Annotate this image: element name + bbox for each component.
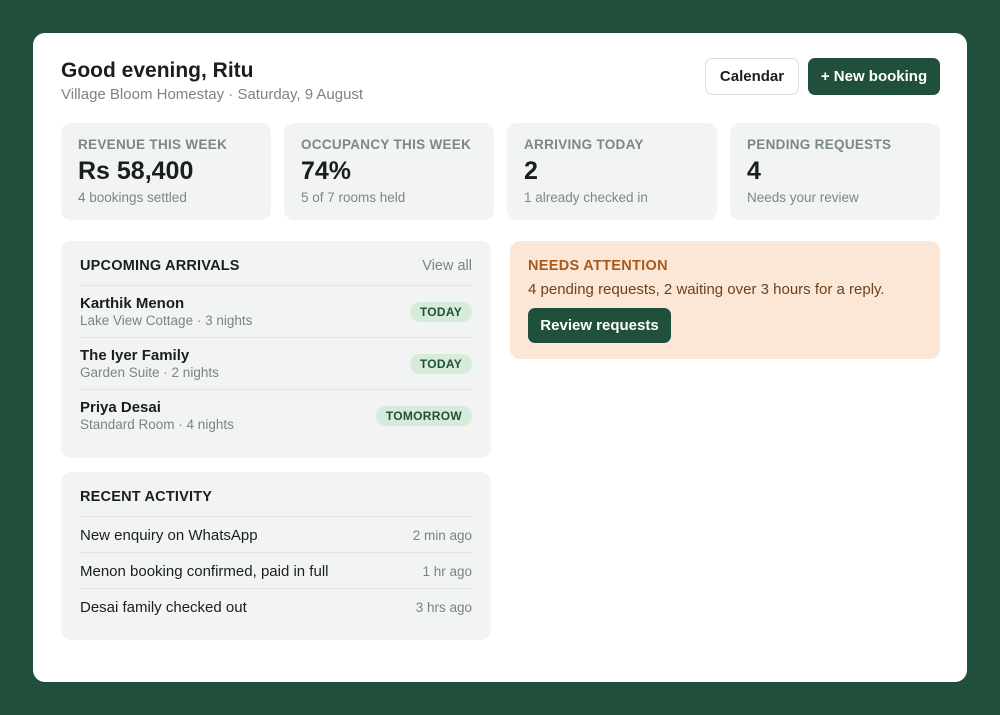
guest-name: Priya Desai <box>80 399 161 416</box>
stat-label: REVENUE THIS WEEK <box>78 137 228 152</box>
activity-time: 2 min ago <box>412 528 472 543</box>
dashboard-card: Good evening, Ritu Village Bloom Homesta… <box>33 33 967 682</box>
guest-name: The Iyer Family <box>80 347 190 364</box>
activity-time: 3 hrs ago <box>415 600 472 615</box>
stat-card-arriving: ARRIVING TODAY 2 1 already checked in <box>507 123 717 220</box>
guest-detail: Garden Suite · 2 nights <box>80 365 219 380</box>
attention-text: 4 pending requests, 2 waiting over 3 hou… <box>528 281 885 298</box>
panel-title: UPCOMING ARRIVALS <box>80 258 240 274</box>
recent-activity-panel: RECENT ACTIVITY New enquiry on WhatsApp … <box>61 472 491 640</box>
page-subtitle: Village Bloom Homestay · Saturday, 9 Aug… <box>61 86 364 103</box>
stat-label: ARRIVING TODAY <box>524 137 644 152</box>
panel-title: RECENT ACTIVITY <box>80 489 213 505</box>
list-item: Menon booking confirmed, paid in full 1 … <box>80 552 472 588</box>
activity-text: Menon booking confirmed, paid in full <box>80 563 329 580</box>
list-item: Desai family checked out 3 hrs ago <box>80 588 472 624</box>
view-all-link[interactable]: View all <box>422 258 472 274</box>
guest-detail: Lake View Cottage · 3 nights <box>80 313 253 328</box>
activity-list: New enquiry on WhatsApp 2 min ago Menon … <box>80 516 472 624</box>
stat-note: 1 already checked in <box>524 190 648 205</box>
guest-name: Karthik Menon <box>80 295 185 312</box>
stat-label: PENDING REQUESTS <box>747 137 892 152</box>
stat-value: 4 <box>747 157 761 185</box>
stat-note: 4 bookings settled <box>78 190 187 205</box>
stat-note: 5 of 7 rooms held <box>301 190 406 205</box>
stat-value: Rs 58,400 <box>78 157 194 185</box>
attention-title: NEEDS ATTENTION <box>528 258 668 274</box>
list-item[interactable]: Priya Desai Standard Room · 4 nights TOM… <box>80 389 472 441</box>
needs-attention-panel: NEEDS ATTENTION 4 pending requests, 2 wa… <box>510 241 940 359</box>
activity-text: New enquiry on WhatsApp <box>80 527 258 544</box>
list-item[interactable]: The Iyer Family Garden Suite · 2 nights … <box>80 337 472 389</box>
new-booking-button[interactable]: + New booking <box>808 58 940 95</box>
stat-value: 74% <box>301 157 352 185</box>
stat-card-pending: PENDING REQUESTS 4 Needs your review <box>730 123 940 220</box>
page-title: Good evening, Ritu <box>61 59 254 82</box>
stat-note: Needs your review <box>747 190 859 205</box>
guest-detail: Standard Room · 4 nights <box>80 417 234 432</box>
status-badge: TODAY <box>409 354 472 374</box>
status-badge: TODAY <box>409 302 472 322</box>
stat-card-revenue: REVENUE THIS WEEK Rs 58,400 4 bookings s… <box>61 123 271 220</box>
stat-label: OCCUPANCY THIS WEEK <box>301 137 472 152</box>
stat-card-occupancy: OCCUPANCY THIS WEEK 74% 5 of 7 rooms hel… <box>284 123 494 220</box>
list-item[interactable]: Karthik Menon Lake View Cottage · 3 nigh… <box>80 285 472 337</box>
calendar-button[interactable]: Calendar <box>705 58 799 95</box>
status-badge: TOMORROW <box>375 406 472 426</box>
upcoming-arrivals-panel: UPCOMING ARRIVALS View all Karthik Menon… <box>61 241 491 458</box>
review-requests-button[interactable]: Review requests <box>528 308 671 343</box>
list-item: New enquiry on WhatsApp 2 min ago <box>80 516 472 552</box>
arrivals-list: Karthik Menon Lake View Cottage · 3 nigh… <box>80 285 472 441</box>
activity-text: Desai family checked out <box>80 599 247 616</box>
activity-time: 1 hr ago <box>422 564 472 579</box>
stat-value: 2 <box>524 157 538 185</box>
